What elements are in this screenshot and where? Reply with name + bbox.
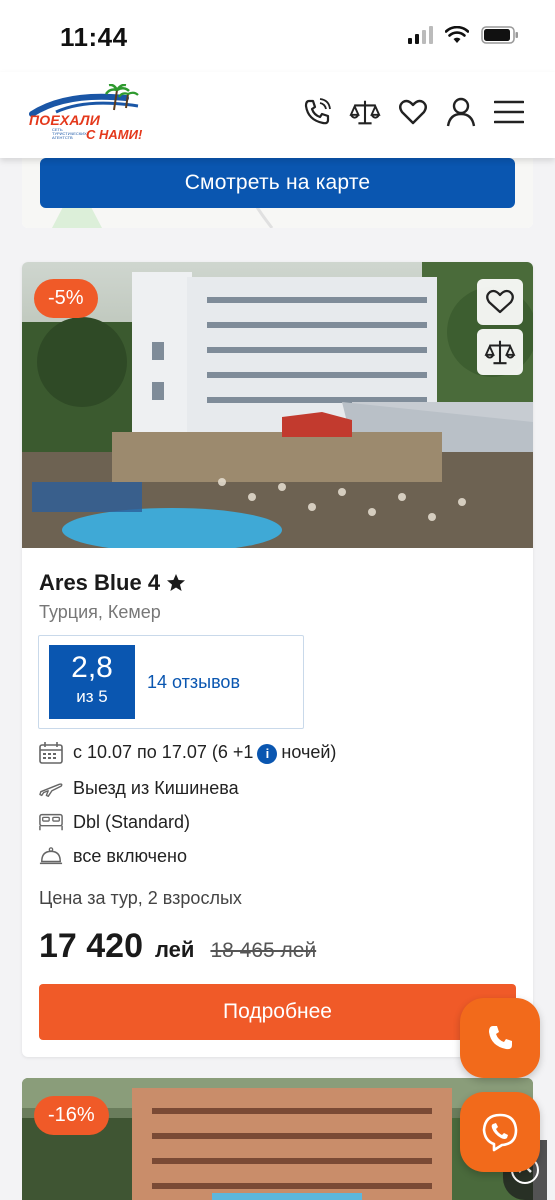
status-bar: 11:44 <box>0 0 555 72</box>
room-text: Dbl (Standard) <box>73 811 191 832</box>
compare-icon[interactable] <box>349 96 381 128</box>
logo-subtext: СЕТЬ ТУРИСТИЧЕСКИХ АГЕНТСТВ <box>52 127 87 140</box>
meal-text: все включено <box>73 845 187 866</box>
calendar-icon <box>39 742 63 764</box>
wifi-icon <box>445 26 469 43</box>
phone-icon[interactable] <box>301 96 333 128</box>
price-row: 17 420 лей 18 465 лей <box>39 927 316 966</box>
hotel-photo[interactable]: -5% <box>22 262 533 548</box>
hotel-title[interactable]: Ares Blue 4 <box>39 570 186 596</box>
details-button[interactable]: Подробнее <box>39 984 516 1040</box>
viber-icon <box>482 1113 518 1152</box>
dates-text: с 10.07 по 17.07 (6 +1 <box>73 742 254 763</box>
nights-info-icon[interactable]: i <box>257 743 278 764</box>
header-actions <box>301 96 525 128</box>
hotel-photo[interactable]: -16% <box>22 1078 533 1200</box>
reviews-link[interactable]: 14 отзывов <box>147 672 240 693</box>
status-icons <box>408 26 519 44</box>
plane-icon <box>39 777 63 799</box>
compare-icon <box>484 340 516 365</box>
cloche-icon <box>39 845 63 867</box>
departure-text: Выезд из Кишинева <box>73 777 239 798</box>
rating-scale: из 5 <box>76 687 108 706</box>
user-icon[interactable] <box>445 96 477 128</box>
rating-box[interactable]: 2,8 из 5 14 отзывов <box>38 635 304 729</box>
logo-text-primary: ПОЕХАЛИ <box>29 112 101 128</box>
hotel-location: Турция, Кемер <box>39 602 161 622</box>
menu-icon[interactable] <box>493 96 525 128</box>
battery-icon <box>481 26 518 44</box>
nights-text: ночей) <box>281 742 337 763</box>
site-header: ПОЕХАЛИ СЕТЬ ТУРИСТИЧЕСКИХ АГЕНТСТВ С НА… <box>0 72 555 158</box>
logo-text-secondary: С НАМИ! <box>86 127 143 142</box>
viber-button[interactable] <box>460 1092 540 1172</box>
rating-score: 2,8 из 5 <box>49 645 135 719</box>
old-price: 18 465 лей <box>210 939 317 962</box>
price-currency: лей <box>155 937 195 962</box>
favorite-button[interactable] <box>477 279 523 325</box>
heart-icon[interactable] <box>397 96 429 128</box>
phone-icon <box>489 1026 512 1050</box>
call-button[interactable] <box>460 998 540 1078</box>
discount-badge: -5% <box>34 279 98 318</box>
heart-icon <box>486 289 514 314</box>
dates-row: с 10.07 по 17.07 (6 +1 i ночей) <box>39 742 336 764</box>
departure-row: Выезд из Кишинева <box>39 777 239 799</box>
meal-row: все включено <box>39 845 187 867</box>
compare-button[interactable] <box>477 329 523 375</box>
room-row: Dbl (Standard) <box>39 811 190 833</box>
price-label: Цена за тур, 2 взрослых <box>39 888 242 908</box>
status-time: 11:44 <box>60 22 128 52</box>
view-on-map-button[interactable]: Смотреть на карте <box>40 158 515 208</box>
hotel-name: Ares Blue 4 <box>39 570 161 595</box>
star-icon <box>167 574 186 591</box>
bed-icon <box>39 811 63 833</box>
signal-icon <box>408 26 433 44</box>
hotel-card: -16% <box>22 1078 533 1200</box>
brand-logo[interactable]: ПОЕХАЛИ СЕТЬ ТУРИСТИЧЕСКИХ АГЕНТСТВ С НА… <box>26 84 148 142</box>
hotel-card: -5% Ares Blue 4 Турция, Кемер 2,8 из 5 1… <box>22 262 533 1057</box>
rating-value: 2,8 <box>71 651 113 684</box>
price-value: 17 420 <box>39 927 143 965</box>
discount-badge: -16% <box>34 1096 109 1135</box>
